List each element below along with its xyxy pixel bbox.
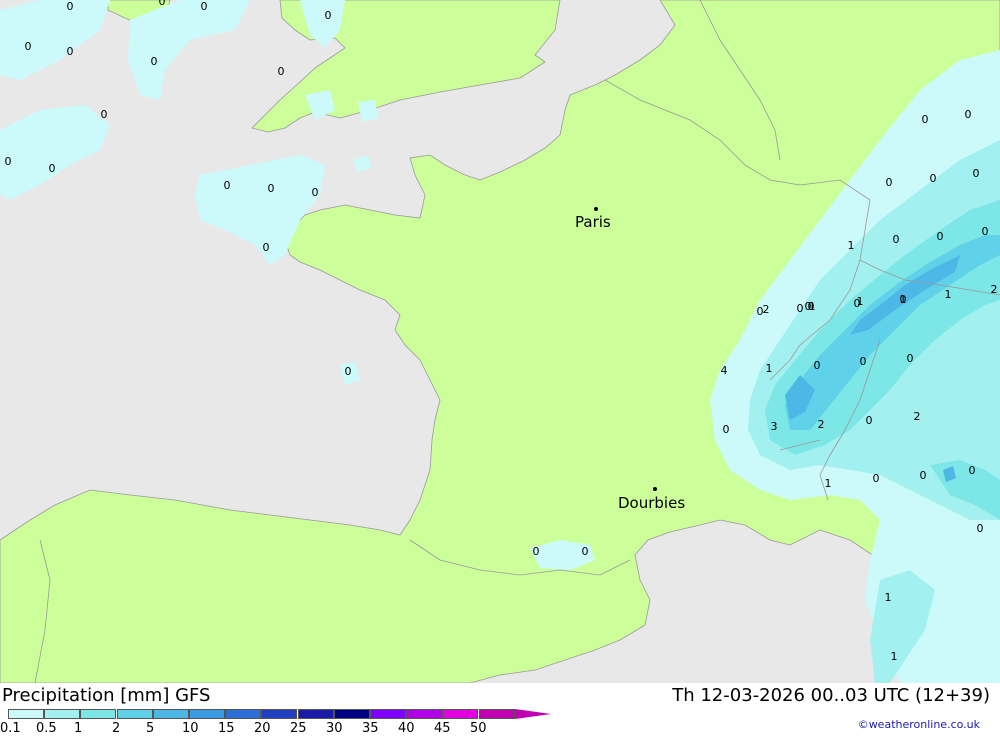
precip-value-label: 0 — [805, 300, 812, 313]
precip-value-label: 0 — [278, 65, 285, 78]
precip-value-label: 0 — [873, 472, 880, 485]
precip-value-label: 0 — [5, 155, 12, 168]
map-title: Precipitation [mm] GFS — [2, 685, 211, 706]
credit-link[interactable]: ©weatheronline.co.uk — [858, 718, 980, 731]
precip-value-label: 1 — [857, 295, 864, 308]
precip-value-label: 4 — [721, 364, 728, 377]
legend-color-cell — [478, 709, 515, 719]
legend-tick-label: 1 — [74, 721, 83, 736]
precip-value-label: 1 — [825, 477, 832, 490]
legend-color-cell — [333, 709, 370, 719]
precip-value-label: 0 — [49, 162, 56, 175]
legend-color-cell — [297, 709, 334, 719]
precipitation-map: 0 0 0 0 0 0 0 0 0 0 0 0 0 0 0 0 0 0 0 0 0 0 0 0 0 1 0 0 1 1 2 2 1 4 1 0 0 0 0 3… — [0, 0, 1000, 683]
precip-value-label: 0 — [757, 305, 764, 318]
precip-value-label: 0 — [886, 176, 893, 189]
precip-value-label: 0 — [907, 352, 914, 365]
precip-value-label: 0 — [937, 230, 944, 243]
legend-color-cell — [261, 709, 298, 719]
legend-tick-label: 15 — [218, 721, 235, 736]
precip-value-label: 1 — [891, 650, 898, 663]
legend-color-cell — [370, 709, 406, 719]
legend-color-cell — [189, 709, 225, 719]
precip-value-label: 3 — [771, 420, 778, 433]
legend-tick-label: 30 — [326, 721, 343, 736]
legend-tick-label: 25 — [290, 721, 307, 736]
legend-tick-label: 5 — [146, 721, 155, 736]
precip-value-label: 2 — [914, 410, 921, 423]
precip-value-label: 0 — [67, 0, 74, 13]
precip-value-label: 0 — [312, 186, 319, 199]
precip-value-label: 1 — [945, 288, 952, 301]
precip-value-label: 0 — [268, 182, 275, 195]
precip-value-label: 0 — [893, 233, 900, 246]
precip-value-label: 1 — [885, 591, 892, 604]
precip-value-label: 0 — [977, 522, 984, 535]
legend-tick-label: 20 — [254, 721, 271, 736]
precip-value-label: 0 — [159, 0, 166, 8]
legend-tick-label: 35 — [362, 721, 379, 736]
precip-value-label: 0 — [582, 545, 589, 558]
legend-tick-label: 2 — [112, 721, 121, 736]
precip-value-label: 0 — [982, 225, 989, 238]
precip-value-label: 0 — [900, 293, 907, 306]
precip-value-label: 0 — [930, 172, 937, 185]
precip-value-label: 0 — [860, 355, 867, 368]
legend-color-cell — [116, 709, 153, 719]
precip-value-label: 0 — [920, 469, 927, 482]
precip-value-label: 0 — [797, 302, 804, 315]
precip-value-label: 0 — [325, 9, 332, 22]
precip-value-label: 2 — [763, 303, 770, 316]
precip-value-label: 0 — [973, 167, 980, 180]
precip-value-label: 0 — [67, 45, 74, 58]
precip-value-label: 0 — [533, 545, 540, 558]
legend-tick-label: 40 — [398, 721, 415, 736]
legend-tick-label: 45 — [434, 721, 451, 736]
precip-value-label: 1 — [766, 362, 773, 375]
precip-value-label: 2 — [818, 418, 825, 431]
city-dot-dourbies — [653, 487, 657, 491]
legend-color-cell — [442, 709, 479, 719]
footer: Precipitation [mm] GFS Th 12-03-2026 00.… — [0, 683, 1000, 736]
precip-value-label: 2 — [991, 283, 998, 296]
precip-value-label: 0 — [151, 55, 158, 68]
legend-tick-label: 0.5 — [36, 721, 57, 736]
precip-value-label: 0 — [345, 365, 352, 378]
legend-tick-label: 50 — [470, 721, 487, 736]
legend-color-cell — [8, 709, 44, 719]
precip-value-label: 0 — [965, 108, 972, 121]
precip-value-label: 0 — [814, 359, 821, 372]
legend-color-cell — [80, 709, 117, 719]
legend-color-cell — [44, 709, 81, 719]
legend-color-cell — [225, 709, 262, 719]
legend-color-cell — [152, 709, 189, 719]
city-label-dourbies: Dourbies — [618, 494, 685, 512]
precip-value-label: 0 — [969, 464, 976, 477]
precip-value-label: 0 — [224, 179, 231, 192]
city-dot-paris — [594, 207, 598, 211]
precip-value-label: 0 — [201, 0, 208, 13]
precip-value-label: 1 — [848, 239, 855, 252]
city-label-paris: Paris — [575, 213, 611, 231]
precip-value-label: 0 — [866, 414, 873, 427]
legend-color-cell — [406, 709, 443, 719]
precip-value-label: 0 — [25, 40, 32, 53]
legend-tick-label: 10 — [182, 721, 199, 736]
precip-value-label: 0 — [922, 113, 929, 126]
legend-arrow-icon — [514, 709, 551, 719]
precip-value-label: 0 — [263, 241, 270, 254]
forecast-datetime: Th 12-03-2026 00..03 UTC (12+39) — [672, 685, 990, 706]
precip-value-label: 0 — [101, 108, 108, 121]
precip-value-label: 0 — [723, 423, 730, 436]
legend-tick-label: 0.1 — [0, 721, 21, 736]
